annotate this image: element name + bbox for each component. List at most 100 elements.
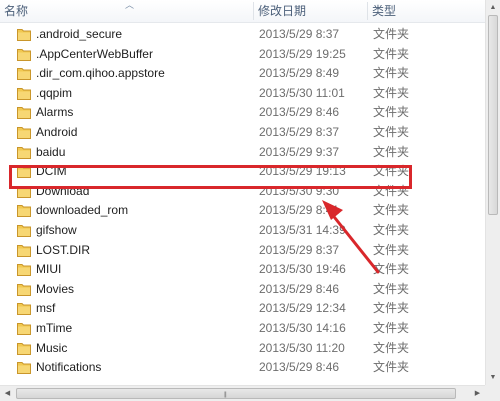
list-item[interactable]: Android 2013/5/29 8:37 文件夹 [0, 123, 485, 143]
item-date: 2013/5/29 8:37 [259, 27, 340, 41]
list-item[interactable]: Music 2013/5/30 11:20 文件夹 [0, 339, 485, 359]
list-item[interactable]: Alarms 2013/5/29 8:46 文件夹 [0, 103, 485, 123]
horizontal-scrollbar[interactable]: ◀ ||| ▶ [0, 385, 485, 401]
scroll-right-icon[interactable]: ▶ [470, 386, 485, 401]
scroll-up-icon[interactable]: ▲ [486, 0, 500, 15]
list-item[interactable]: .dir_com.qihoo.appstore 2013/5/29 8:49 文… [0, 64, 485, 84]
item-date: 2013/5/29 12:34 [259, 301, 346, 316]
item-date: 2013/5/29 19:13 [259, 164, 346, 179]
item-name: mTime [36, 320, 73, 335]
item-name: Alarms [36, 105, 74, 120]
item-type: 文件夹 [373, 85, 410, 100]
folder-icon [17, 126, 31, 139]
item-type: 文件夹 [373, 281, 410, 296]
column-header-type[interactable]: 类型 [368, 0, 485, 22]
vertical-scroll-thumb[interactable] [488, 15, 498, 215]
item-type: 文件夹 [373, 340, 410, 355]
item-type: 文件夹 [373, 66, 410, 81]
item-date: 2013/5/29 8:49 [259, 66, 340, 81]
folder-icon [17, 87, 31, 100]
item-date: 2013/5/29 8:41 [259, 203, 340, 218]
item-type: 文件夹 [373, 124, 410, 139]
folder-icon [17, 244, 31, 257]
folder-icon [17, 68, 31, 81]
list-item[interactable]: Movies 2013/5/29 8:46 文件夹 [0, 280, 485, 300]
folder-icon [17, 166, 31, 179]
item-type: 文件夹 [373, 301, 410, 316]
item-name: gifshow [36, 222, 77, 237]
list-item[interactable]: .android_secure 2013/5/29 8:37 文件夹 [0, 25, 485, 45]
item-name: msf [36, 301, 56, 316]
item-name: .android_secure [36, 27, 123, 41]
item-date: 2013/5/31 14:39 [259, 222, 346, 237]
folder-icon [17, 185, 31, 198]
item-type: 文件夹 [373, 262, 410, 277]
column-header-bar: 名称 ︿ 修改日期 类型 [0, 0, 485, 23]
folder-icon [17, 205, 31, 218]
item-date: 2013/5/29 9:37 [259, 144, 340, 159]
scrollbar-corner [485, 385, 500, 401]
column-header-date[interactable]: 修改日期 [254, 0, 366, 22]
item-type: 文件夹 [373, 27, 410, 41]
item-type: 文件夹 [373, 164, 410, 179]
item-date: 2013/5/30 11:01 [259, 85, 345, 100]
vertical-scrollbar[interactable]: ▲ ▼ [485, 0, 500, 385]
item-type: 文件夹 [373, 105, 410, 120]
list-item[interactable]: Download 2013/5/30 9:30 文件夹 [0, 182, 485, 202]
item-type: 文件夹 [373, 242, 410, 257]
item-name: .qqpim [36, 85, 73, 100]
list-item[interactable]: mTime 2013/5/30 14:16 文件夹 [0, 319, 485, 339]
list-item[interactable]: gifshow 2013/5/31 14:39 文件夹 [0, 221, 485, 241]
item-name: Download [36, 183, 90, 198]
list-item[interactable]: baidu 2013/5/29 9:37 文件夹 [0, 143, 485, 163]
list-item[interactable]: downloaded_rom 2013/5/29 8:41 文件夹 [0, 201, 485, 221]
item-date: 2013/5/30 11:20 [259, 340, 345, 355]
list-item[interactable]: LOST.DIR 2013/5/29 8:37 文件夹 [0, 241, 485, 261]
item-name: .AppCenterWebBuffer [36, 46, 153, 61]
list-item[interactable]: msf 2013/5/29 12:34 文件夹 [0, 299, 485, 319]
item-date: 2013/5/29 8:37 [259, 242, 340, 257]
folder-icon [17, 29, 31, 41]
folder-icon [17, 283, 31, 296]
item-name: DCIM [36, 164, 67, 179]
item-name: Android [36, 124, 78, 139]
folder-icon [17, 48, 31, 61]
folder-icon [17, 264, 31, 277]
folder-icon [17, 362, 31, 375]
item-type: 文件夹 [373, 183, 410, 198]
list-item[interactable]: Notifications 2013/5/29 8:46 文件夹 [0, 358, 485, 378]
folder-icon [17, 146, 31, 159]
item-type: 文件夹 [373, 222, 410, 237]
list-item-dcim[interactable]: DCIM 2013/5/29 19:13 文件夹 [0, 162, 485, 182]
item-date: 2013/5/30 9:30 [259, 183, 340, 198]
item-type: 文件夹 [373, 203, 410, 218]
item-date: 2013/5/29 8:37 [259, 124, 340, 139]
item-date: 2013/5/30 14:16 [259, 320, 346, 335]
horizontal-scroll-thumb[interactable]: ||| [16, 388, 456, 399]
item-date: 2013/5/29 8:46 [259, 281, 340, 296]
folder-icon [17, 342, 31, 355]
item-name: MIUI [36, 262, 62, 277]
list-item[interactable]: .qqpim 2013/5/30 11:01 文件夹 [0, 84, 485, 104]
file-list: .android_secure 2013/5/29 8:37 文件夹 .AppC… [0, 25, 485, 378]
item-name: .dir_com.qihoo.appstore [36, 66, 165, 81]
file-explorer: 名称 ︿ 修改日期 类型 .android_secure 2013/5/29 8… [0, 0, 500, 401]
item-date: 2013/5/29 8:46 [259, 105, 340, 120]
item-type: 文件夹 [373, 360, 410, 375]
item-name: Music [36, 340, 68, 355]
folder-icon [17, 303, 31, 316]
item-name: Notifications [36, 360, 102, 375]
item-name: downloaded_rom [36, 203, 129, 218]
grip-icon: ||| [224, 392, 227, 398]
item-date: 2013/5/29 19:25 [259, 46, 346, 61]
scroll-left-icon[interactable]: ◀ [0, 386, 15, 401]
scroll-down-icon[interactable]: ▼ [486, 370, 500, 385]
list-item[interactable]: MIUI 2013/5/30 19:46 文件夹 [0, 260, 485, 280]
item-type: 文件夹 [373, 46, 410, 61]
list-item[interactable]: .AppCenterWebBuffer 2013/5/29 19:25 文件夹 [0, 45, 485, 65]
item-name: baidu [36, 144, 66, 159]
item-date: 2013/5/30 19:46 [259, 262, 346, 277]
item-name: LOST.DIR [36, 242, 91, 257]
folder-icon [17, 107, 31, 120]
folder-icon [17, 224, 31, 237]
